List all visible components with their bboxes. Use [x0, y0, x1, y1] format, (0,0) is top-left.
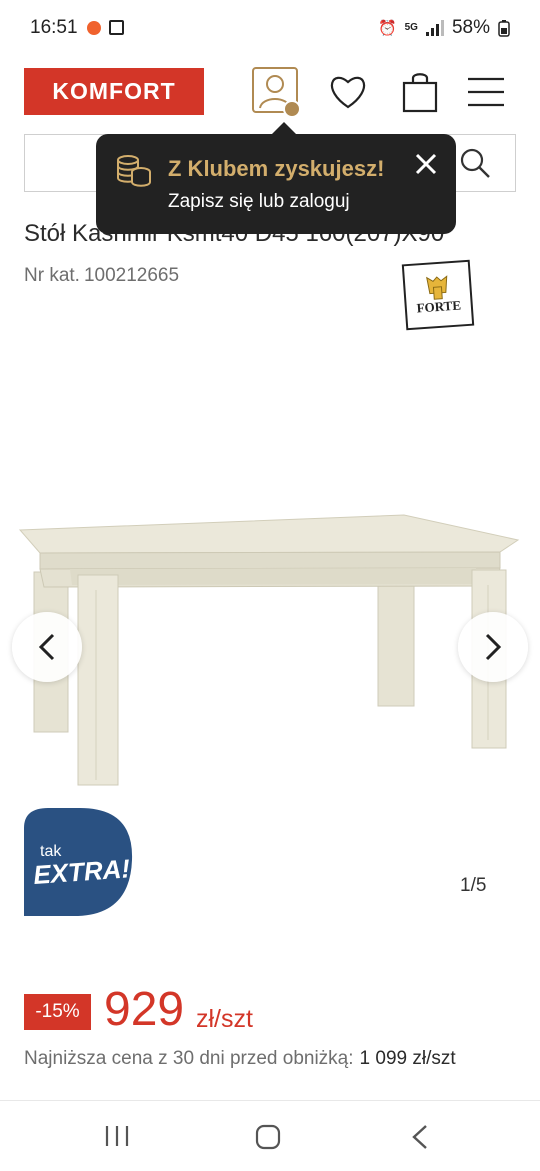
- battery-level: 58%: [451, 17, 490, 38]
- site-header: KOMFORT: [0, 58, 540, 126]
- gallery-prev-button[interactable]: [12, 612, 82, 682]
- status-bar: 16:51 ⏰ 5G 58%: [0, 0, 540, 58]
- price-row: -15% 929 zł/szt: [24, 983, 524, 1038]
- gallery-counter: 1/5: [460, 875, 487, 896]
- lowest-price-label: Najniższa cena z 30 dni przed obniżką:: [24, 1048, 354, 1069]
- search-icon[interactable]: [459, 147, 491, 179]
- system-nav-bar: [0, 1100, 540, 1171]
- gallery-next-button[interactable]: [458, 612, 528, 682]
- tooltip-arrow: [272, 122, 296, 134]
- product-image: [18, 514, 520, 786]
- chevron-left-icon: [38, 633, 55, 661]
- status-right: ⏰ 5G 58%: [378, 17, 510, 39]
- status-time: 16:51: [30, 17, 78, 38]
- sku-label: Nr kat.: [24, 265, 80, 286]
- price-value: 929: [104, 983, 185, 1036]
- alarm-icon: ⏰: [377, 20, 397, 37]
- komfort-logo[interactable]: KOMFORT: [24, 68, 204, 115]
- battery-icon: [498, 20, 510, 37]
- sku-value: 100212665: [83, 265, 180, 286]
- chevron-right-icon: [485, 633, 502, 661]
- discount-badge: -15%: [24, 994, 91, 1030]
- product-gallery[interactable]: tak EXTRA! 1/5: [0, 340, 540, 950]
- coins-icon: [117, 155, 151, 187]
- tak-extra-badge: tak EXTRA!: [24, 808, 133, 916]
- menu-icon[interactable]: [460, 66, 512, 118]
- price-unit: zł/szt: [196, 1005, 253, 1033]
- cart-icon[interactable]: [394, 66, 446, 118]
- home-icon[interactable]: [254, 1123, 282, 1151]
- lowest-price-info: Najniższa cena z 30 dni przed obniżką: 1 …: [24, 1048, 456, 1070]
- close-icon[interactable]: [412, 150, 440, 178]
- network-type: 5G: [404, 22, 418, 33]
- tooltip-title: Z Klubem zyskujesz!: [168, 156, 385, 181]
- tooltip-signup-link[interactable]: Zapisz się lub zaloguj: [168, 191, 350, 213]
- lowest-price-value: 1 099 zł/szt: [359, 1048, 456, 1069]
- svg-text:FORTE: FORTE: [416, 297, 461, 315]
- recent-apps-icon[interactable]: [104, 1123, 130, 1149]
- forte-brand-logo[interactable]: FORTE: [401, 259, 475, 331]
- club-tooltip[interactable]: Z Klubem zyskujesz! Zapisz się lub zalog…: [96, 122, 456, 234]
- sku: Nr kat. 100212665: [24, 265, 179, 287]
- account-icon[interactable]: [250, 66, 302, 118]
- heart-icon[interactable]: [322, 66, 374, 118]
- forte-logo-image: FORTE: [416, 275, 461, 315]
- back-icon[interactable]: [408, 1123, 432, 1151]
- gallery-notification-icon: [109, 20, 124, 35]
- notification-dot-icon: [87, 21, 101, 35]
- signal-icon: [425, 20, 444, 36]
